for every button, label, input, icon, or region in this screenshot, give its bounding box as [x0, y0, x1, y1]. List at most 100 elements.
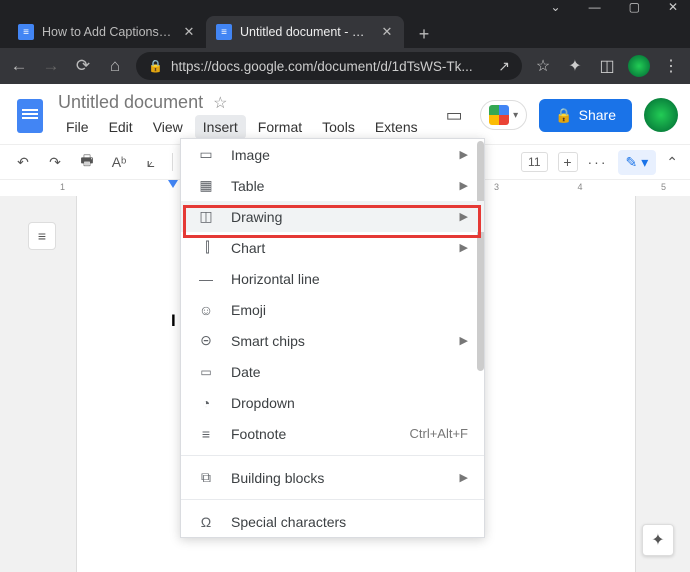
- window-minimize-icon[interactable]: —: [589, 1, 601, 13]
- smart-chips-icon: [197, 332, 215, 350]
- nav-home-button[interactable]: ⌂: [104, 56, 126, 76]
- account-avatar[interactable]: [644, 98, 678, 132]
- date-icon: [197, 363, 215, 381]
- share-label: Share: [579, 107, 616, 123]
- new-tab-button[interactable]: +: [410, 20, 438, 48]
- menu-item-label: Emoji: [231, 302, 468, 318]
- explore-button[interactable]: ✦: [642, 524, 674, 556]
- footnote-icon: [197, 425, 215, 443]
- docs-favicon-icon: ≡: [18, 24, 34, 40]
- collapse-header-button[interactable]: ⌃: [666, 154, 678, 171]
- insert-smart-chips-item[interactable]: Smart chips ▶: [181, 325, 484, 356]
- insert-special-characters-item[interactable]: Special characters: [181, 506, 484, 537]
- menu-separator: [181, 455, 484, 456]
- menu-extensions[interactable]: Extens: [367, 115, 426, 139]
- share-button[interactable]: 🔒 Share: [539, 99, 632, 132]
- editing-mode-button[interactable]: ✎ ▾: [618, 150, 657, 175]
- ruler-indent-marker-icon[interactable]: [168, 180, 178, 188]
- browser-tab-active[interactable]: ≡ Untitled document - Google ✕: [206, 16, 404, 48]
- insert-menu-dropdown: Image ▶ Table ▶ Drawing ▶ Chart ▶ Horizo…: [180, 138, 485, 538]
- toolbar-separator: [172, 153, 173, 171]
- meet-caret-icon: ▾: [513, 110, 518, 121]
- submenu-arrow-icon: ▶: [460, 241, 468, 254]
- star-icon[interactable]: ☆: [213, 93, 227, 113]
- menu-tools[interactable]: Tools: [314, 115, 363, 139]
- undo-button[interactable]: ↶: [12, 154, 34, 171]
- drawing-icon: [197, 208, 215, 226]
- insert-dropdown-item[interactable]: Dropdown: [181, 387, 484, 418]
- menu-view[interactable]: View: [145, 115, 191, 139]
- table-icon: [197, 177, 215, 195]
- ruler-tick: 1: [60, 182, 65, 192]
- tab-title: How to Add Captions to Im: [42, 25, 174, 39]
- lock-icon: 🔒: [555, 107, 572, 124]
- insert-footnote-item[interactable]: Footnote Ctrl+Alt+F: [181, 418, 484, 449]
- dropdown-icon: [197, 394, 215, 412]
- menu-item-label: Building blocks: [231, 470, 444, 486]
- emoji-icon: [197, 301, 215, 319]
- special-characters-icon: [197, 513, 215, 531]
- menu-item-label: Drawing: [231, 209, 444, 225]
- browser-tab[interactable]: ≡ How to Add Captions to Im ✕: [8, 16, 206, 48]
- nav-back-button[interactable]: ←: [8, 56, 30, 76]
- window-maximize-icon[interactable]: ▢: [629, 1, 640, 13]
- insert-chart-item[interactable]: Chart ▶: [181, 232, 484, 263]
- browser-tabstrip: ≡ How to Add Captions to Im ✕ ≡ Untitled…: [0, 14, 690, 48]
- url-text: https://docs.google.com/document/d/1dTsW…: [171, 59, 490, 74]
- menu-format[interactable]: Format: [250, 115, 310, 139]
- horizontal-line-icon: [197, 270, 215, 288]
- image-icon: [197, 146, 215, 164]
- bookmark-star-icon[interactable]: ☆: [532, 56, 554, 76]
- tab-close-icon[interactable]: ✕: [380, 25, 394, 39]
- comments-icon[interactable]: ▭: [440, 101, 468, 129]
- menu-item-label: Date: [231, 364, 468, 380]
- insert-date-item[interactable]: Date: [181, 356, 484, 387]
- ruler-tick: 5: [661, 182, 666, 192]
- menu-edit[interactable]: Edit: [101, 115, 141, 139]
- browser-menu-icon[interactable]: ⋮: [660, 56, 682, 76]
- docs-title-area: Untitled document ☆ File Edit View Inser…: [58, 92, 430, 139]
- caret-down-icon: ▾: [641, 154, 648, 171]
- submenu-arrow-icon: ▶: [460, 471, 468, 484]
- window-close-icon[interactable]: ✕: [668, 1, 678, 13]
- nav-forward-button[interactable]: →: [40, 56, 62, 76]
- omnibox[interactable]: 🔒 https://docs.google.com/document/d/1dT…: [136, 52, 522, 80]
- print-button[interactable]: 🖶: [76, 150, 98, 174]
- browser-urlbar: ← → ⟳ ⌂ 🔒 https://docs.google.com/docume…: [0, 48, 690, 84]
- profile-avatar[interactable]: [628, 55, 650, 77]
- meet-button[interactable]: ▾: [480, 100, 527, 130]
- menu-item-label: Table: [231, 178, 444, 194]
- chart-icon: [197, 239, 215, 257]
- submenu-arrow-icon: ▶: [460, 148, 468, 161]
- toolbar-more-button[interactable]: ···: [588, 154, 608, 170]
- lock-icon: 🔒: [148, 59, 163, 73]
- insert-emoji-item[interactable]: Emoji: [181, 294, 484, 325]
- menu-item-label: Dropdown: [231, 395, 468, 411]
- ruler-tick: 4: [577, 182, 582, 192]
- document-title[interactable]: Untitled document: [58, 92, 203, 113]
- submenu-arrow-icon: ▶: [460, 210, 468, 223]
- font-size-plus-button[interactable]: +: [558, 152, 578, 172]
- docs-logo-icon[interactable]: [12, 92, 48, 140]
- outline-toggle-button[interactable]: ≡: [28, 222, 56, 250]
- insert-building-blocks-item[interactable]: Building blocks ▶: [181, 462, 484, 493]
- insert-table-item[interactable]: Table ▶: [181, 170, 484, 201]
- menu-insert[interactable]: Insert: [195, 115, 246, 139]
- insert-horizontal-line-item[interactable]: Horizontal line: [181, 263, 484, 294]
- format-paint-button[interactable]: ⟀: [140, 154, 162, 171]
- menu-file[interactable]: File: [58, 115, 97, 139]
- building-blocks-icon: [197, 469, 215, 487]
- nav-reload-button[interactable]: ⟳: [72, 56, 94, 76]
- extensions-button[interactable]: ◫: [596, 56, 618, 76]
- text-cursor: I: [171, 311, 176, 330]
- redo-button[interactable]: ↷: [44, 154, 66, 171]
- tab-close-icon[interactable]: ✕: [182, 25, 196, 39]
- insert-image-item[interactable]: Image ▶: [181, 139, 484, 170]
- font-size-field[interactable]: 11: [521, 152, 547, 172]
- menu-item-label: Horizontal line: [231, 271, 468, 287]
- extensions-piece-icon[interactable]: ✦: [564, 56, 586, 76]
- share-url-icon[interactable]: ↗: [498, 58, 510, 75]
- menu-item-label: Footnote: [231, 426, 393, 442]
- insert-drawing-item[interactable]: Drawing ▶: [181, 201, 484, 232]
- spellcheck-button[interactable]: Aᵇ: [108, 154, 130, 170]
